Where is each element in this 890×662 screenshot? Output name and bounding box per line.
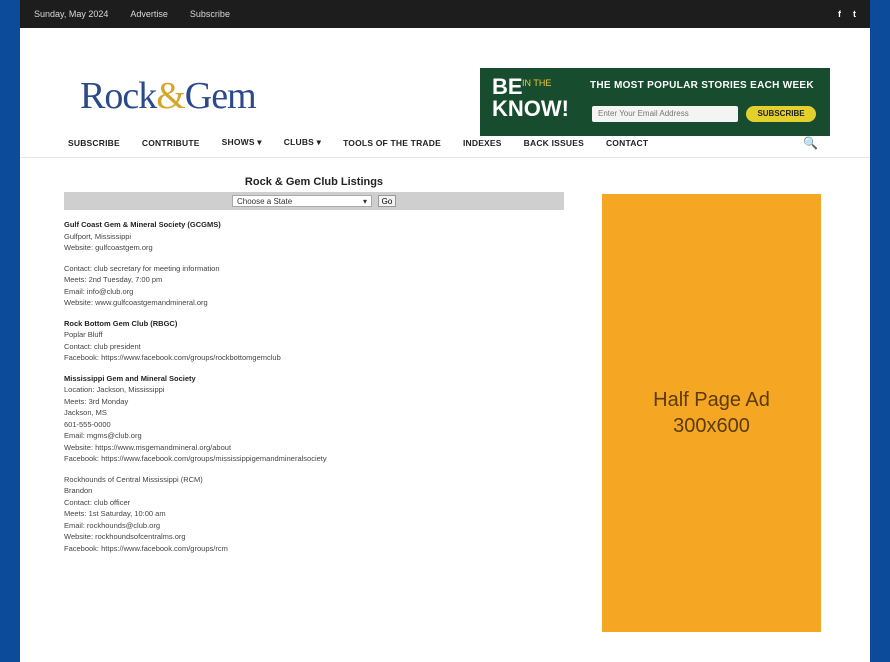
club-detail: Website: www.gulfcoastgemandmineral.org bbox=[64, 298, 208, 307]
club-list: Gulf Coast Gem & Mineral Society (GCGMS)… bbox=[64, 219, 564, 554]
nav-item-contribute[interactable]: CONTRIBUTE bbox=[142, 138, 200, 148]
club-name: Rock Bottom Gem Club (RBGC) bbox=[64, 318, 178, 328]
logo-gem: Gem bbox=[184, 75, 257, 117]
club-detail: Website: gulfcoastgem.org bbox=[64, 243, 153, 252]
social-links: f t bbox=[838, 9, 856, 19]
club-listing: Gulf Coast Gem & Mineral Society (GCGMS)… bbox=[64, 219, 564, 254]
club-detail: Facebook: https://www.facebook.com/group… bbox=[64, 454, 327, 463]
club-name: Gulf Coast Gem & Mineral Society (GCGMS) bbox=[64, 220, 221, 229]
club-listing: Contact: club secretary for meeting info… bbox=[64, 263, 564, 309]
state-select-value: Choose a State bbox=[237, 197, 293, 206]
club-detail: Contact: club president bbox=[64, 341, 141, 351]
nav-item-clubs[interactable]: CLUBS ▾ bbox=[284, 137, 321, 148]
main-content: Rock & Gem Club Listings Choose a State … bbox=[64, 176, 564, 554]
nav-item-subscribe[interactable]: SUBSCRIBE bbox=[68, 138, 120, 148]
main-nav: SUBSCRIBE CONTRIBUTE SHOWS ▾ CLUBS ▾ TOO… bbox=[20, 128, 870, 158]
logo-amp: & bbox=[156, 75, 186, 117]
logo-rock: Rock bbox=[80, 75, 157, 117]
nav-item-tools[interactable]: TOOLS OF THE TRADE bbox=[343, 138, 441, 148]
top-link-date: Sunday, May 2024 bbox=[34, 9, 109, 19]
club-detail: Contact: club secretary for meeting info… bbox=[64, 263, 220, 273]
state-select[interactable]: Choose a State ▾ bbox=[232, 195, 372, 207]
club-detail: Website: https://www.msgemandmineral.org… bbox=[64, 442, 232, 452]
state-filter-bar: Choose a State ▾ Go bbox=[64, 192, 564, 210]
club-detail: Email: rockhounds@club.org bbox=[64, 520, 160, 530]
nav-item-contact[interactable]: CONTACT bbox=[606, 138, 648, 148]
club-detail: Meets: 2nd Tuesday, 7:00 pm bbox=[64, 275, 163, 284]
club-detail: Meets: 3rd Monday bbox=[64, 396, 129, 406]
club-detail: Contact: club officer bbox=[64, 497, 131, 507]
facebook-icon[interactable]: f bbox=[838, 9, 841, 19]
chevron-down-icon: ▾ bbox=[362, 197, 367, 206]
club-detail: Jackson, MS bbox=[64, 408, 107, 417]
club-detail: Rockhounds of Central Mississippi (RCM) bbox=[64, 474, 203, 484]
banner-tagline: THE MOST POPULAR STORIES EACH WEEK bbox=[590, 80, 814, 91]
top-bar: Sunday, May 2024 Advertise Subscribe f t bbox=[20, 0, 870, 28]
banner-email-input[interactable]: Enter Your Email Address bbox=[592, 106, 738, 122]
club-detail: Email: mgms@club.org bbox=[64, 431, 142, 440]
club-detail: Facebook: https://www.facebook.com/group… bbox=[64, 353, 281, 362]
page-frame: Sunday, May 2024 Advertise Subscribe f t… bbox=[20, 0, 870, 662]
site-logo[interactable]: Rock&Gem bbox=[80, 74, 257, 118]
go-button[interactable]: Go bbox=[378, 195, 396, 207]
search-icon[interactable]: 🔍 bbox=[803, 136, 818, 150]
newsletter-banner[interactable]: BE KNOW! IN THE THE MOST POPULAR STORIES… bbox=[480, 68, 830, 136]
site-header: Rock&Gem BE KNOW! IN THE THE MOST POPULA… bbox=[20, 28, 870, 136]
club-detail: Email: info@club.org bbox=[64, 286, 134, 296]
banner-know: KNOW! bbox=[492, 96, 569, 121]
twitter-icon[interactable]: t bbox=[853, 9, 856, 19]
nav-item-indexes[interactable]: INDEXES bbox=[463, 138, 502, 148]
club-listing: Rockhounds of Central Mississippi (RCM) B… bbox=[64, 474, 564, 555]
club-detail: Website: rockhoundsofcentralms.org bbox=[64, 532, 186, 541]
page-title: Rock & Gem Club Listings bbox=[244, 176, 384, 188]
top-links: Sunday, May 2024 Advertise Subscribe bbox=[34, 9, 230, 19]
club-listing: Mississippi Gem and Mineral Society Locat… bbox=[64, 373, 564, 465]
club-detail: Poplar Bluff bbox=[64, 330, 103, 339]
club-listing: Rock Bottom Gem Club (RBGC) Poplar Bluff C… bbox=[64, 318, 564, 364]
club-detail: 601-555-0000 bbox=[64, 419, 111, 429]
club-detail: Facebook: https://www.facebook.com/group… bbox=[64, 543, 228, 553]
club-detail: Meets: 1st Saturday, 10:00 am bbox=[64, 509, 166, 518]
top-link-subscribe[interactable]: Subscribe bbox=[190, 9, 230, 19]
ad-label: Half Page Ad bbox=[653, 389, 770, 411]
top-link-advertise[interactable]: Advertise bbox=[130, 9, 168, 19]
club-detail: Brandon bbox=[64, 486, 93, 495]
ad-size: 300x600 bbox=[673, 415, 750, 437]
banner-subscribe-button[interactable]: SUBSCRIBE bbox=[746, 106, 816, 122]
half-page-ad[interactable]: Half Page Ad 300x600 bbox=[602, 194, 821, 632]
club-name: Mississippi Gem and Mineral Society bbox=[64, 373, 196, 383]
nav-item-shows[interactable]: SHOWS ▾ bbox=[222, 137, 262, 148]
banner-in-the: IN THE bbox=[522, 78, 552, 88]
club-detail: Location: Jackson, Mississippi bbox=[64, 385, 165, 394]
nav-item-back-issues[interactable]: BACK ISSUES bbox=[524, 138, 584, 148]
club-detail: Gulfport, Mississippi bbox=[64, 231, 132, 241]
